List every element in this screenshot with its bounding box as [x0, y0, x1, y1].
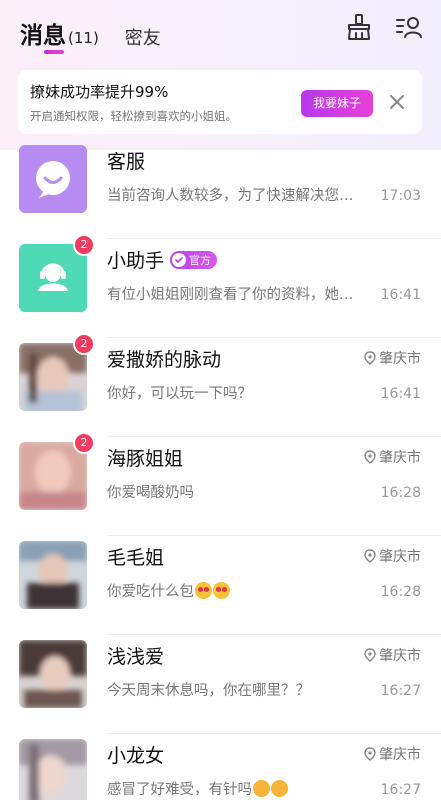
- conversation-time: 17:03: [380, 188, 421, 204]
- conversation-preview: 有位小姐姐刚刚查看了你的资料，她…: [107, 287, 354, 303]
- user-avatar: [19, 442, 87, 510]
- location: 肇庆市: [364, 546, 421, 566]
- conversation-name: 客服: [107, 151, 146, 173]
- conversation-name: 爱撒娇的脉动: [107, 349, 222, 371]
- conversation-name: 毛毛姐: [107, 547, 165, 569]
- conversation-preview: 当前咨询人数较多，为了快速解决您…: [107, 188, 354, 204]
- conversation-list: 客服 当前咨询人数较多，为了快速解决您… 17:03 2 小助手 官方 有位小姐…: [0, 140, 441, 800]
- verified-check-icon: [172, 252, 187, 267]
- active-tab-indicator: [44, 50, 64, 54]
- conversation-item[interactable]: 浅浅爱 肇庆市 今天周末休息吗，你在哪里？？ 16:27: [0, 635, 441, 734]
- location: 肇庆市: [364, 744, 421, 764]
- conversation-time: 16:41: [380, 287, 421, 303]
- unread-badge: 2: [73, 234, 95, 256]
- conversation-time: 16:27: [380, 782, 421, 798]
- conversation-item-kefu[interactable]: 客服 当前咨询人数较多，为了快速解决您… 17:03: [0, 140, 441, 239]
- conversation-time: 16:28: [380, 584, 421, 600]
- user-avatar: [19, 541, 87, 609]
- broom-icon[interactable]: [344, 12, 374, 42]
- tab-messages-count: (11): [68, 29, 99, 47]
- customer-service-avatar: [19, 145, 87, 213]
- location: 肇庆市: [364, 645, 421, 665]
- assistant-avatar: [19, 244, 87, 312]
- conversation-item[interactable]: 毛毛姐 肇庆市 你爱吃什么包 16:28: [0, 536, 441, 635]
- conversation-name: 浅浅爱: [107, 646, 165, 668]
- location-pin-icon: [364, 549, 376, 563]
- smiling-hearts-emoji-icon: [253, 780, 270, 797]
- conversation-preview: 今天周末休息吗，你在哪里？？: [107, 683, 310, 699]
- close-icon[interactable]: [388, 93, 406, 111]
- location: 肇庆市: [364, 348, 421, 368]
- heart-eyes-emoji-icon: [195, 582, 212, 599]
- unread-badge: 2: [73, 333, 95, 355]
- user-avatar: [19, 640, 87, 708]
- conversation-name: 海豚姐姐: [107, 448, 184, 470]
- conversation-name: 小助手 官方: [107, 246, 218, 273]
- location-pin-icon: [364, 450, 376, 464]
- location: 肇庆市: [364, 447, 421, 467]
- location-pin-icon: [364, 747, 376, 761]
- top-tabs: 消息 (11) 密友: [20, 10, 161, 50]
- conversation-preview: 你爱吃什么包: [107, 580, 379, 601]
- contacts-icon[interactable]: [394, 12, 424, 42]
- smiling-hearts-emoji-icon: [271, 780, 288, 797]
- conversation-item[interactable]: 小龙女 肇庆市 感冒了好难受，有针吗 16:27: [0, 734, 441, 800]
- conversation-time: 16:41: [380, 386, 421, 402]
- conversation-item[interactable]: 2 海豚姐姐 肇庆市 你爱喝酸奶吗 16:28: [0, 432, 441, 536]
- banner-title: 撩妹成功率提升99%: [30, 83, 169, 101]
- banner-subtitle: 开启通知权限，轻松撩到喜欢的小姐姐。: [30, 109, 237, 123]
- notification-banner: 撩妹成功率提升99% 开启通知权限，轻松撩到喜欢的小姐姐。 我要妹子: [18, 70, 422, 134]
- conversation-time: 16:27: [380, 683, 421, 699]
- user-avatar: [19, 343, 87, 411]
- conversation-preview: 感冒了好难受，有针吗: [107, 778, 379, 799]
- conversation-preview: 你好，可以玩一下吗？: [107, 386, 252, 402]
- conversation-item[interactable]: 2 爱撒娇的脉动 肇庆市 你好，可以玩一下吗？ 16:41: [0, 333, 441, 437]
- location-pin-icon: [364, 648, 376, 662]
- tab-friends[interactable]: 密友: [125, 24, 161, 50]
- conversation-time: 16:28: [380, 485, 421, 501]
- conversation-name: 小龙女: [107, 745, 165, 767]
- tab-messages[interactable]: 消息 (11): [20, 16, 99, 50]
- conversation-item-assistant[interactable]: 2 小助手 官方 有位小姐姐刚刚查看了你的资料，她… 16:41: [0, 234, 441, 338]
- location-pin-icon: [364, 351, 376, 365]
- official-badge: 官方: [170, 250, 218, 269]
- enable-notifications-button[interactable]: 我要妹子: [301, 90, 373, 117]
- heart-eyes-emoji-icon: [213, 582, 230, 599]
- conversation-preview: 你爱喝酸奶吗: [107, 485, 194, 501]
- tab-messages-label: 消息: [20, 23, 66, 49]
- user-avatar: [19, 739, 87, 800]
- unread-badge: 2: [73, 432, 95, 454]
